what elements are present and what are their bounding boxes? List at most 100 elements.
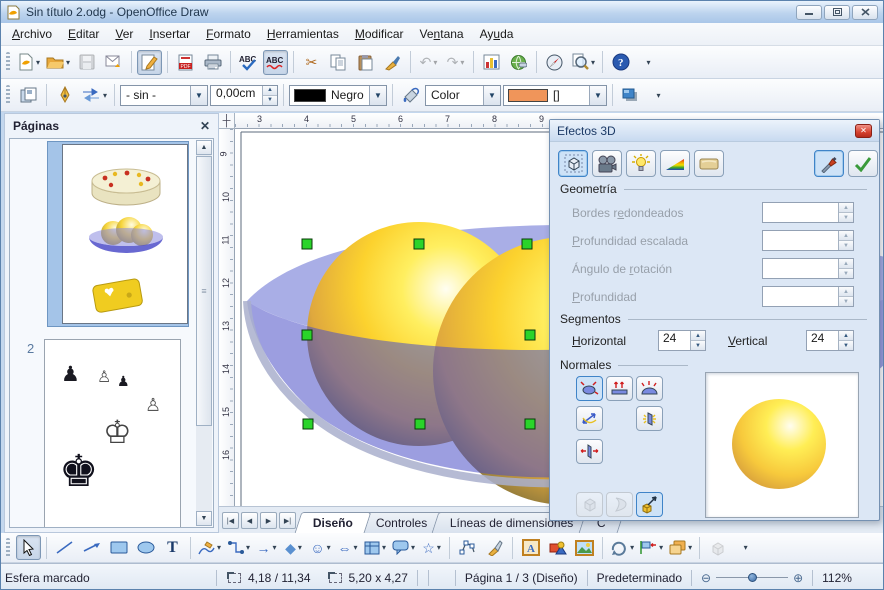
- spin-down-button[interactable]: ▼: [839, 240, 853, 250]
- assign-all-button[interactable]: [848, 150, 878, 177]
- copy-button[interactable]: [326, 50, 351, 75]
- menu-ayuda[interactable]: Ayuda: [472, 24, 522, 44]
- menu-insertar[interactable]: Insertar: [141, 24, 198, 44]
- symbol-shapes-button[interactable]: ☺▾: [308, 535, 333, 560]
- scrollbar-thumb[interactable]: ≡: [196, 156, 212, 426]
- navigator-button[interactable]: [542, 50, 567, 75]
- dropdown-button[interactable]: ▼: [369, 86, 386, 105]
- illumination-button[interactable]: [626, 150, 656, 177]
- zoom-slider-thumb[interactable]: [748, 573, 757, 582]
- zoom-button[interactable]: ▾: [569, 50, 597, 75]
- lines-arrows-button[interactable]: →▾: [254, 535, 279, 560]
- auto-spellcheck-button[interactable]: ABC: [263, 50, 288, 75]
- line-button[interactable]: [52, 535, 77, 560]
- stars-button[interactable]: ☆▾: [419, 535, 444, 560]
- spin-down-button[interactable]: ▼: [839, 340, 853, 350]
- line-width-spinner[interactable]: 0,00cm▲▼: [210, 85, 278, 106]
- last-page-button[interactable]: ▶|: [279, 512, 296, 529]
- from-file-button[interactable]: [572, 535, 597, 560]
- line-style-select[interactable]: - sin -▼: [120, 85, 208, 106]
- dialog-title-bar[interactable]: Efectos 3D ✕: [550, 120, 879, 142]
- spin-down-button[interactable]: ▼: [839, 212, 853, 222]
- handle-bottom-center[interactable]: [415, 419, 425, 429]
- close-panel-icon[interactable]: ✕: [200, 119, 210, 133]
- connector-button[interactable]: ▾: [225, 535, 252, 560]
- pages-scrollbar[interactable]: ▲ ≡ ▼: [196, 140, 212, 526]
- menu-modificar[interactable]: Modificar: [347, 24, 412, 44]
- minimize-button[interactable]: [796, 5, 822, 20]
- line-dialog-button[interactable]: [52, 83, 77, 108]
- scaled-depth-field[interactable]: ▲▼: [762, 230, 854, 251]
- convert-to-lathe-button[interactable]: [606, 492, 633, 517]
- handle-mid-right[interactable]: [525, 330, 535, 340]
- help-button[interactable]: ?: [608, 50, 633, 75]
- toolbar-grip[interactable]: [6, 85, 10, 105]
- styles-button[interactable]: [16, 83, 41, 108]
- rounded-edges-field[interactable]: ▲▼: [762, 202, 854, 223]
- spin-down-button[interactable]: ▼: [691, 340, 705, 350]
- alignment-button[interactable]: ▾: [638, 535, 665, 560]
- double-sided-button[interactable]: [576, 439, 603, 464]
- previous-page-button[interactable]: ◀: [241, 512, 258, 529]
- toolbar-overflow-button[interactable]: ▾: [645, 83, 670, 108]
- print-button[interactable]: [200, 50, 225, 75]
- dropdown-button[interactable]: ▼: [589, 86, 606, 105]
- toolbar-overflow-button[interactable]: ▾: [635, 50, 660, 75]
- flowchart-button[interactable]: ▾: [362, 535, 388, 560]
- spin-up-button[interactable]: ▲: [691, 331, 705, 340]
- first-page-button[interactable]: |◀: [222, 512, 239, 529]
- menu-archivo[interactable]: Archivo: [4, 24, 60, 44]
- menu-editar[interactable]: Editar: [60, 24, 107, 44]
- horizontal-segments-field[interactable]: 24▲▼: [658, 330, 706, 351]
- spin-down-button[interactable]: ▼: [839, 268, 853, 278]
- spin-down-button[interactable]: ▼: [839, 296, 853, 306]
- perspective-button[interactable]: [636, 492, 663, 517]
- handle-top-center[interactable]: [414, 239, 424, 249]
- normals-spherical-button[interactable]: [636, 376, 663, 401]
- handle-bottom-right[interactable]: [525, 419, 535, 429]
- vertical-ruler[interactable]: 9 10 11 12 13 14 15 16: [219, 129, 235, 506]
- spin-up-button[interactable]: ▲: [839, 231, 853, 240]
- spellcheck-button[interactable]: ABC: [236, 50, 261, 75]
- zoom-level[interactable]: 112%: [818, 571, 856, 585]
- block-arrows-button[interactable]: ⇔▾: [335, 535, 360, 560]
- select-button[interactable]: [16, 535, 41, 560]
- two-sided-illumination-button[interactable]: [636, 406, 663, 431]
- glue-points-button[interactable]: [482, 535, 507, 560]
- vertical-segments-field[interactable]: 24▲▼: [806, 330, 854, 351]
- tab-diseno[interactable]: Diseño: [295, 512, 372, 533]
- line-arrow-end-button[interactable]: [79, 535, 104, 560]
- spin-down-button[interactable]: ▼: [263, 95, 277, 105]
- convert-to-3d-button[interactable]: [576, 492, 603, 517]
- fill-color-select[interactable]: []▼: [503, 85, 607, 106]
- spin-up-button[interactable]: ▲: [839, 259, 853, 268]
- normals-object-specific-button[interactable]: [576, 376, 603, 401]
- page-style[interactable]: Predeterminado: [593, 571, 686, 585]
- undo-button[interactable]: ↶▾: [416, 50, 441, 75]
- spin-up-button[interactable]: ▲: [263, 86, 277, 95]
- depth-field[interactable]: ▲▼: [762, 286, 854, 307]
- handle-mid-left[interactable]: [302, 330, 312, 340]
- callouts-button[interactable]: ▾: [390, 535, 417, 560]
- next-page-button[interactable]: ▶: [260, 512, 277, 529]
- scroll-down-button[interactable]: ▼: [196, 511, 212, 526]
- toolbar-grip[interactable]: [6, 538, 10, 558]
- toolbar-overflow-button[interactable]: ▾: [732, 535, 757, 560]
- extrusion-button[interactable]: [705, 535, 730, 560]
- menu-herramientas[interactable]: Herramientas: [259, 24, 347, 44]
- scroll-up-button[interactable]: ▲: [196, 140, 212, 155]
- handle-bottom-left[interactable]: [303, 419, 313, 429]
- export-pdf-button[interactable]: PDF: [173, 50, 198, 75]
- fontwork-button[interactable]: A: [518, 535, 543, 560]
- toolbar-grip[interactable]: [6, 52, 10, 72]
- spin-up-button[interactable]: ▲: [839, 203, 853, 212]
- spin-up-button[interactable]: ▲: [839, 331, 853, 340]
- hyperlink-button[interactable]: [506, 50, 531, 75]
- arrow-style-button[interactable]: ▾: [79, 83, 109, 108]
- format-paintbrush-button[interactable]: [380, 50, 405, 75]
- line-color-select[interactable]: Negro▼: [289, 85, 387, 106]
- edit-points-button[interactable]: [455, 535, 480, 560]
- open-button[interactable]: ▾: [44, 50, 72, 75]
- area-dialog-button[interactable]: [398, 83, 423, 108]
- material-button[interactable]: [694, 150, 724, 177]
